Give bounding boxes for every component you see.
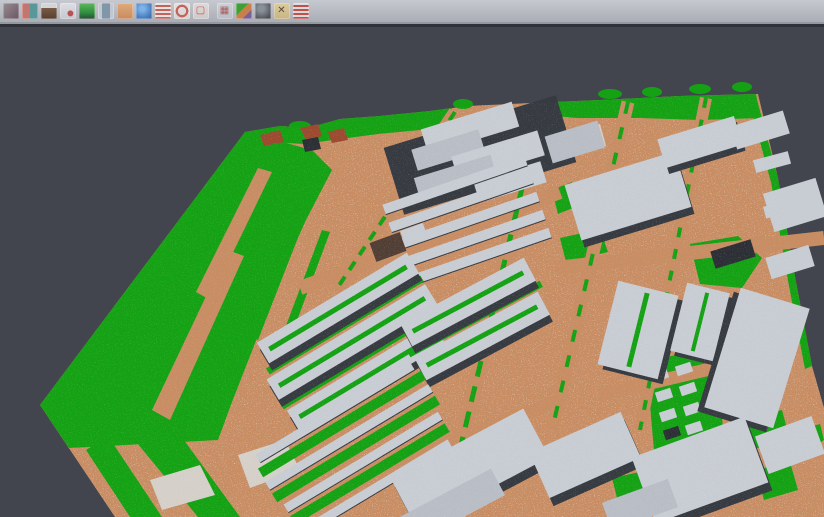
global-speckle xyxy=(0,27,824,517)
tree-canopy xyxy=(642,87,662,97)
globe-3d-icon[interactable] xyxy=(136,3,152,19)
terrain-view-icon[interactable] xyxy=(41,3,57,19)
attribute-list-icon[interactable] xyxy=(155,3,171,19)
speckle-dark-top xyxy=(0,27,824,517)
dem-surface-icon[interactable] xyxy=(79,3,95,19)
toolbar-separator xyxy=(210,3,215,19)
render-sphere-icon[interactable] xyxy=(255,3,271,19)
circle-select-icon[interactable] xyxy=(174,3,190,19)
classification-colors-icon[interactable] xyxy=(236,3,252,19)
raster-grid-icon[interactable]: ▦ xyxy=(217,3,233,19)
tree-canopy xyxy=(689,84,711,94)
export-tile-icon[interactable]: ✕ xyxy=(274,3,290,19)
align-clouds-icon[interactable] xyxy=(22,3,38,19)
toolbar: ▢ ▦ ✕ xyxy=(0,0,824,22)
tree-canopy xyxy=(732,82,752,92)
ortho-image-icon[interactable] xyxy=(117,3,133,19)
point-picking-icon[interactable] xyxy=(60,3,76,19)
measure-sections-icon[interactable] xyxy=(293,3,309,19)
profile-tool-icon[interactable] xyxy=(98,3,114,19)
viewport-3d[interactable] xyxy=(0,27,824,517)
point-cloud-scene xyxy=(0,27,824,517)
tree-canopy xyxy=(598,89,622,99)
texture-tool-icon[interactable] xyxy=(3,3,19,19)
rect-select-icon[interactable]: ▢ xyxy=(193,3,209,19)
